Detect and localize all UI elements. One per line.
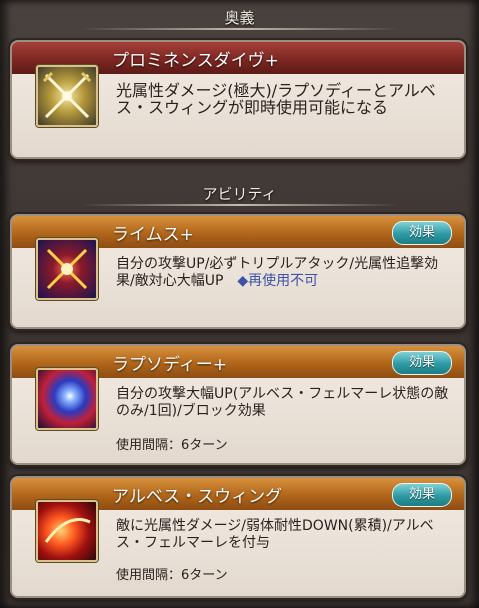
ability-card-1[interactable]: ライムス+ 効果 自分の攻撃UP/必ずトリプルアタック/光属性追撃効果/敵対心大… <box>10 214 466 329</box>
ougi-name: プロミネンスダイヴ+ <box>112 51 279 71</box>
ability-description: 自分の攻撃大幅UP(アルベス・フェルマーレ状態の敵のみ/1回)/ブロック効果 <box>116 386 449 419</box>
skill-panel: 奥義 プロミネンスダイヴ+ 光属性ダメージ(極大)/ラプソディーとアルベス・スウ… <box>0 0 479 608</box>
ability-description: 自分の攻撃UP/必ずトリプルアタック/光属性追撃効果/敵対心大幅UP ◆再使用不… <box>116 256 439 289</box>
header-divider <box>80 28 399 30</box>
ability-description: 敵に光属性ダメージ/弱体耐性DOWN(累積)/アルベス・フェルマーレを付与 <box>116 518 434 551</box>
ability-cooldown: 使用間隔：6ターン <box>116 438 228 453</box>
ability-name: ラプソディー+ <box>112 355 228 375</box>
effect-button[interactable]: 効果 <box>392 483 452 507</box>
ougi-description: 光属性ダメージ(極大)/ラプソディーとアルベス・スウィングが即時使用可能になる <box>116 81 436 117</box>
ougi-section-header: 奥義 <box>0 3 479 33</box>
ability-card-2[interactable]: ラプソディー+ 効果 自分の攻撃大幅UP(アルベス・フェルマーレ状態の敵のみ/1… <box>10 344 466 465</box>
ougi-section-title: 奥義 <box>224 9 255 27</box>
ability-card-3[interactable]: アルベス・スウィング 効果 敵に光属性ダメージ/弱体耐性DOWN(累積)/アルベ… <box>10 476 466 598</box>
abilities-section-header: アビリティ <box>0 179 479 209</box>
crossed-swords-icon <box>36 65 98 127</box>
no-reuse-tag: ◆再使用不可 <box>237 273 319 289</box>
effect-button[interactable]: 効果 <box>392 221 452 245</box>
crossed-swords-burst-icon <box>36 238 98 300</box>
ability-name: ライムス+ <box>112 225 194 245</box>
vortex-icon <box>36 368 98 430</box>
effect-button[interactable]: 効果 <box>392 351 452 375</box>
ougi-card[interactable]: プロミネンスダイヴ+ 光属性ダメージ(極大)/ラプソディーとアルベス・スウィング… <box>10 40 466 159</box>
fire-slash-icon <box>36 500 98 562</box>
ability-name: アルベス・スウィング <box>112 487 283 507</box>
header-divider <box>80 204 399 206</box>
abilities-section-title: アビリティ <box>202 185 277 203</box>
ability-cooldown: 使用間隔：6ターン <box>116 568 228 583</box>
